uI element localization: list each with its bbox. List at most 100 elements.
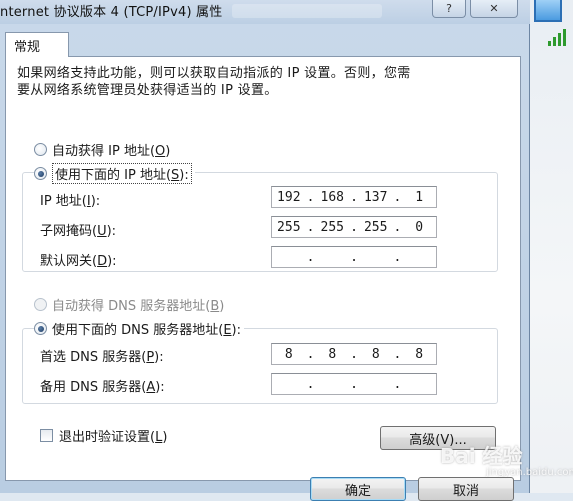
- help-icon: ?: [446, 2, 452, 15]
- ip-octet-1[interactable]: 192: [272, 190, 306, 205]
- alternate-dns-label: 备用 DNS 服务器(A):: [40, 376, 165, 395]
- radio-manual-dns-label: 使用下面的 DNS 服务器地址(E):: [52, 319, 241, 338]
- default-gateway-input[interactable]: . . .: [271, 246, 437, 268]
- ip-address-label: IP 地址(I):: [40, 190, 100, 209]
- octet-dot: .: [306, 376, 315, 392]
- octet-dot: .: [350, 219, 358, 235]
- radio-auto-ip-label: 自动获得 IP 地址(O): [52, 144, 171, 159]
- radio-manual-ip[interactable]: 使用下面的 IP 地址(S):: [34, 163, 195, 184]
- tab-general[interactable]: 常规: [5, 32, 69, 57]
- radio-auto-dns-accesskey: B: [210, 299, 220, 314]
- preferred-dns-accesskey: P: [146, 350, 155, 365]
- radio-auto-ip[interactable]: 自动获得 IP 地址(O): [34, 140, 170, 159]
- validate-on-exit-label: 退出时验证设置(L): [59, 426, 167, 445]
- octet-dot: .: [306, 189, 315, 205]
- window-title: nternet 协议版本 4 (TCP/IPv4) 属性: [0, 5, 223, 20]
- cancel-button-label: 取消: [452, 483, 479, 499]
- tab-label: 常规: [14, 40, 41, 55]
- radio-manual-dns-text: 使用下面的 DNS 服务器地址(: [52, 323, 224, 338]
- ip-address-label-text: IP 地址(: [40, 194, 87, 209]
- ok-button[interactable]: 确定: [310, 477, 406, 501]
- subnet-mask-label: 子网掩码(U):: [40, 220, 116, 239]
- pdns-octet-2[interactable]: 8: [315, 347, 349, 362]
- radio-auto-dns-indicator[interactable]: [34, 298, 47, 311]
- subnet-mask-accesskey: U: [97, 224, 107, 239]
- radio-auto-ip-text: 自动获得 IP 地址(: [52, 144, 156, 159]
- network-monitor-icon: [534, 0, 562, 22]
- ip-octet-4[interactable]: 1: [402, 190, 436, 205]
- octet-dot: .: [306, 346, 315, 362]
- ip-address-label-suffix: ):: [90, 194, 101, 209]
- title-bar[interactable]: nternet 协议版本 4 (TCP/IPv4) 属性 ? ✕: [0, 0, 530, 24]
- help-button[interactable]: ?: [432, 0, 466, 18]
- preferred-dns-label: 首选 DNS 服务器(P):: [40, 346, 164, 365]
- radio-auto-dns[interactable]: 自动获得 DNS 服务器地址(B): [34, 295, 224, 314]
- default-gateway-label: 默认网关(D):: [40, 250, 117, 269]
- radio-manual-ip-suffix: ):: [179, 168, 189, 183]
- close-icon: ✕: [489, 2, 499, 15]
- default-gateway-accesskey: D: [97, 254, 108, 269]
- baidu-watermark: Bai 经验 jingyan.baidu.com: [440, 440, 573, 480]
- tcpip-properties-dialog: nternet 协议版本 4 (TCP/IPv4) 属性 ? ✕ 常规 如果网络…: [0, 0, 530, 501]
- default-gateway-label-suffix: ):: [107, 254, 117, 269]
- radio-auto-dns-label: 自动获得 DNS 服务器地址(B): [52, 299, 225, 314]
- radio-auto-ip-accesskey: O: [155, 144, 166, 159]
- ip-octet-3[interactable]: 137: [359, 190, 393, 205]
- close-button[interactable]: ✕: [470, 0, 518, 18]
- mask-octet-2[interactable]: 255: [315, 220, 349, 235]
- title-glass-reflection: [232, 4, 382, 18]
- subnet-mask-label-text: 子网掩码(: [40, 224, 98, 239]
- radio-manual-dns-indicator[interactable]: [34, 322, 47, 335]
- description: 如果网络支持此功能，则可以获取自动指派的 IP 设置。否则，您需 要从网络系统管…: [17, 65, 487, 99]
- alternate-dns-accesskey: A: [146, 380, 156, 395]
- ip-octet-2[interactable]: 168: [315, 190, 349, 205]
- octet-dot: .: [350, 189, 358, 205]
- preferred-dns-label-text: 首选 DNS 服务器(: [40, 350, 147, 365]
- mask-octet-1[interactable]: 255: [272, 220, 306, 235]
- cancel-button[interactable]: 取消: [418, 477, 514, 501]
- octet-dot: .: [393, 189, 402, 205]
- default-gateway-label-text: 默认网关(: [40, 254, 98, 269]
- octet-dot: .: [393, 346, 402, 362]
- pdns-octet-1[interactable]: 8: [272, 347, 306, 362]
- radio-manual-ip-label: 使用下面的 IP 地址(S):: [52, 163, 192, 184]
- alternate-dns-label-text: 备用 DNS 服务器(: [40, 380, 147, 395]
- validate-on-exit-text: 退出时验证设置(: [59, 430, 156, 445]
- radio-manual-ip-text: 使用下面的 IP 地址(: [55, 168, 172, 183]
- octet-dot: .: [306, 249, 315, 265]
- radio-auto-dns-text: 自动获得 DNS 服务器地址(: [52, 299, 211, 314]
- validate-on-exit-suffix: ): [162, 430, 168, 445]
- alternate-dns-input[interactable]: . . .: [271, 373, 437, 395]
- octet-dot: .: [350, 346, 358, 362]
- octet-dot: .: [350, 249, 358, 265]
- validate-on-exit-box[interactable]: [40, 429, 53, 442]
- subnet-mask-label-suffix: ):: [106, 224, 117, 239]
- octet-dot: .: [393, 219, 402, 235]
- octet-dot: .: [393, 376, 402, 392]
- octet-dot: .: [306, 219, 315, 235]
- octet-dot: .: [350, 376, 358, 392]
- watermark-subtext: jingyan.baidu.com: [486, 467, 573, 478]
- pdns-octet-4[interactable]: 8: [402, 347, 436, 362]
- preferred-dns-label-suffix: ):: [154, 350, 164, 365]
- radio-manual-dns-accesskey: E: [223, 323, 232, 338]
- radio-manual-ip-indicator[interactable]: [34, 167, 47, 180]
- preferred-dns-input[interactable]: 8. 8. 8. 8: [271, 343, 437, 365]
- radio-auto-ip-indicator[interactable]: [34, 143, 47, 156]
- pdns-octet-3[interactable]: 8: [359, 347, 393, 362]
- watermark-text: Bai 经验: [440, 444, 523, 468]
- mask-octet-3[interactable]: 255: [359, 220, 393, 235]
- signal-bars-icon: [548, 26, 568, 46]
- validate-on-exit-checkbox[interactable]: 退出时验证设置(L): [40, 426, 167, 445]
- mask-octet-4[interactable]: 0: [402, 220, 436, 235]
- ip-address-input[interactable]: 192. 168. 137. 1: [271, 186, 437, 208]
- description-line-1: 如果网络支持此功能，则可以获取自动指派的 IP 设置。否则，您需: [17, 66, 411, 81]
- background-window-edge: [530, 0, 573, 493]
- octet-dot: .: [393, 249, 402, 265]
- radio-manual-dns-suffix: ):: [231, 323, 241, 338]
- radio-manual-dns[interactable]: 使用下面的 DNS 服务器地址(E):: [34, 319, 244, 338]
- subnet-mask-input[interactable]: 255. 255. 255. 0: [271, 216, 437, 238]
- description-line-2: 要从网络系统管理员处获得适当的 IP 设置。: [17, 83, 278, 98]
- ok-button-label: 确定: [344, 483, 371, 499]
- alternate-dns-label-suffix: ):: [155, 380, 165, 395]
